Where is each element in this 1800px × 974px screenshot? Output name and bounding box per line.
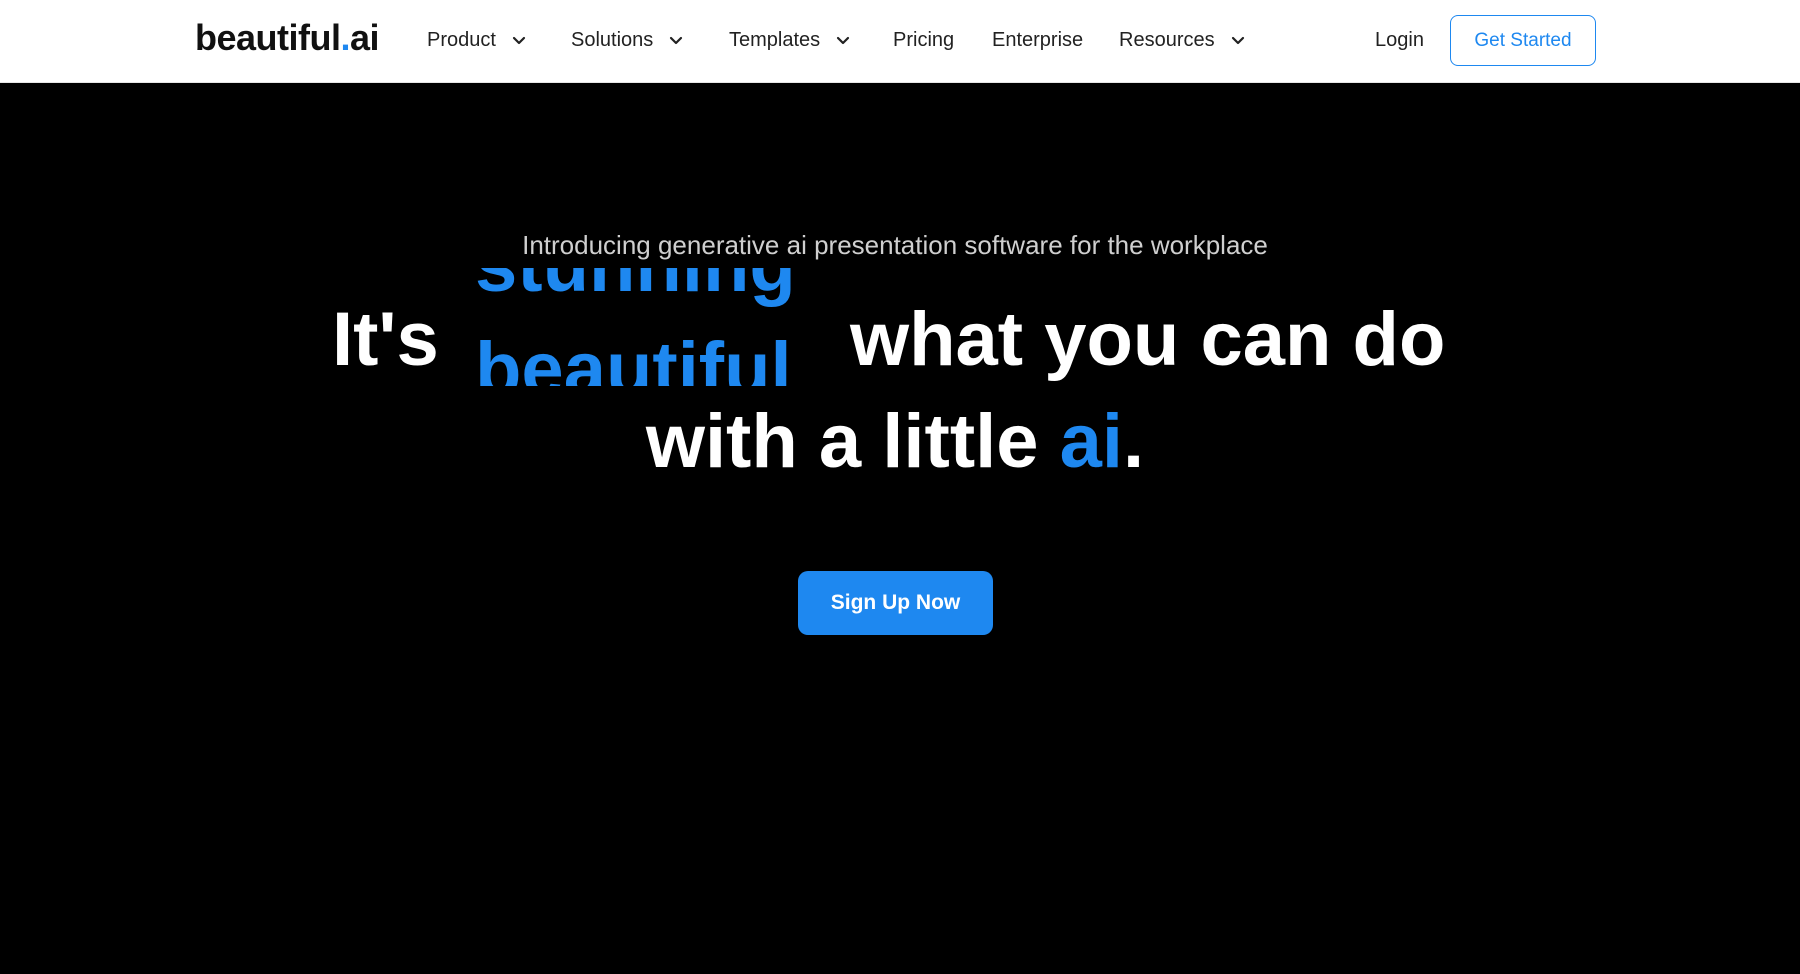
logo-dot: . [340,17,351,58]
headline-its: It's [332,297,439,382]
chevron-down-icon [1231,35,1244,47]
chevron-down-icon [669,35,683,47]
headline-ai-highlight: ai [1059,399,1124,484]
nav-item-label: Product [427,28,496,51]
nav-item-pricing[interactable]: Pricing [893,24,954,56]
hero-intro-text: Introducing generative ai presentation s… [522,230,1268,260]
headline-rest: what you can do [850,297,1446,382]
chevron-down-icon [836,35,850,47]
nav-item-enterprise[interactable]: Enterprise [992,24,1083,56]
sign-up-now-button[interactable]: Sign Up Now [798,571,993,635]
headline-period: . [1123,399,1145,484]
top-navbar: beautiful.ai Product Solutions Templates… [0,0,1800,83]
nav-item-label: Pricing [893,28,955,51]
rotating-word: stunning beautiful [475,268,825,386]
logo-suffix: ai [350,17,380,58]
nav-item-label: Templates [729,28,821,51]
get-started-button[interactable]: Get Started [1450,15,1596,66]
nav-item-label: Resources [1119,28,1215,51]
nav-item-label: Solutions [571,28,654,51]
hero-headline: It's stunning beautiful what you can do … [0,268,1800,496]
headline-line-2: with a little ai. [0,398,1790,486]
headline-line2-start: with a little [645,399,1060,484]
rotating-word-current: beautiful [475,327,792,386]
login-link[interactable]: Login [1375,24,1424,56]
logo-text: beautiful [195,17,341,58]
nav-item-label: Enterprise [992,28,1084,51]
nav-item-resources[interactable]: Resources [1119,24,1244,56]
nav-item-templates[interactable]: Templates [729,24,850,56]
rotating-word-previous: stunning [475,268,796,310]
chevron-down-icon [512,35,526,47]
beautiful-ai-logo[interactable]: beautiful.ai [195,16,380,60]
nav-item-solutions[interactable]: Solutions [571,24,683,56]
nav-item-product[interactable]: Product [427,24,526,56]
